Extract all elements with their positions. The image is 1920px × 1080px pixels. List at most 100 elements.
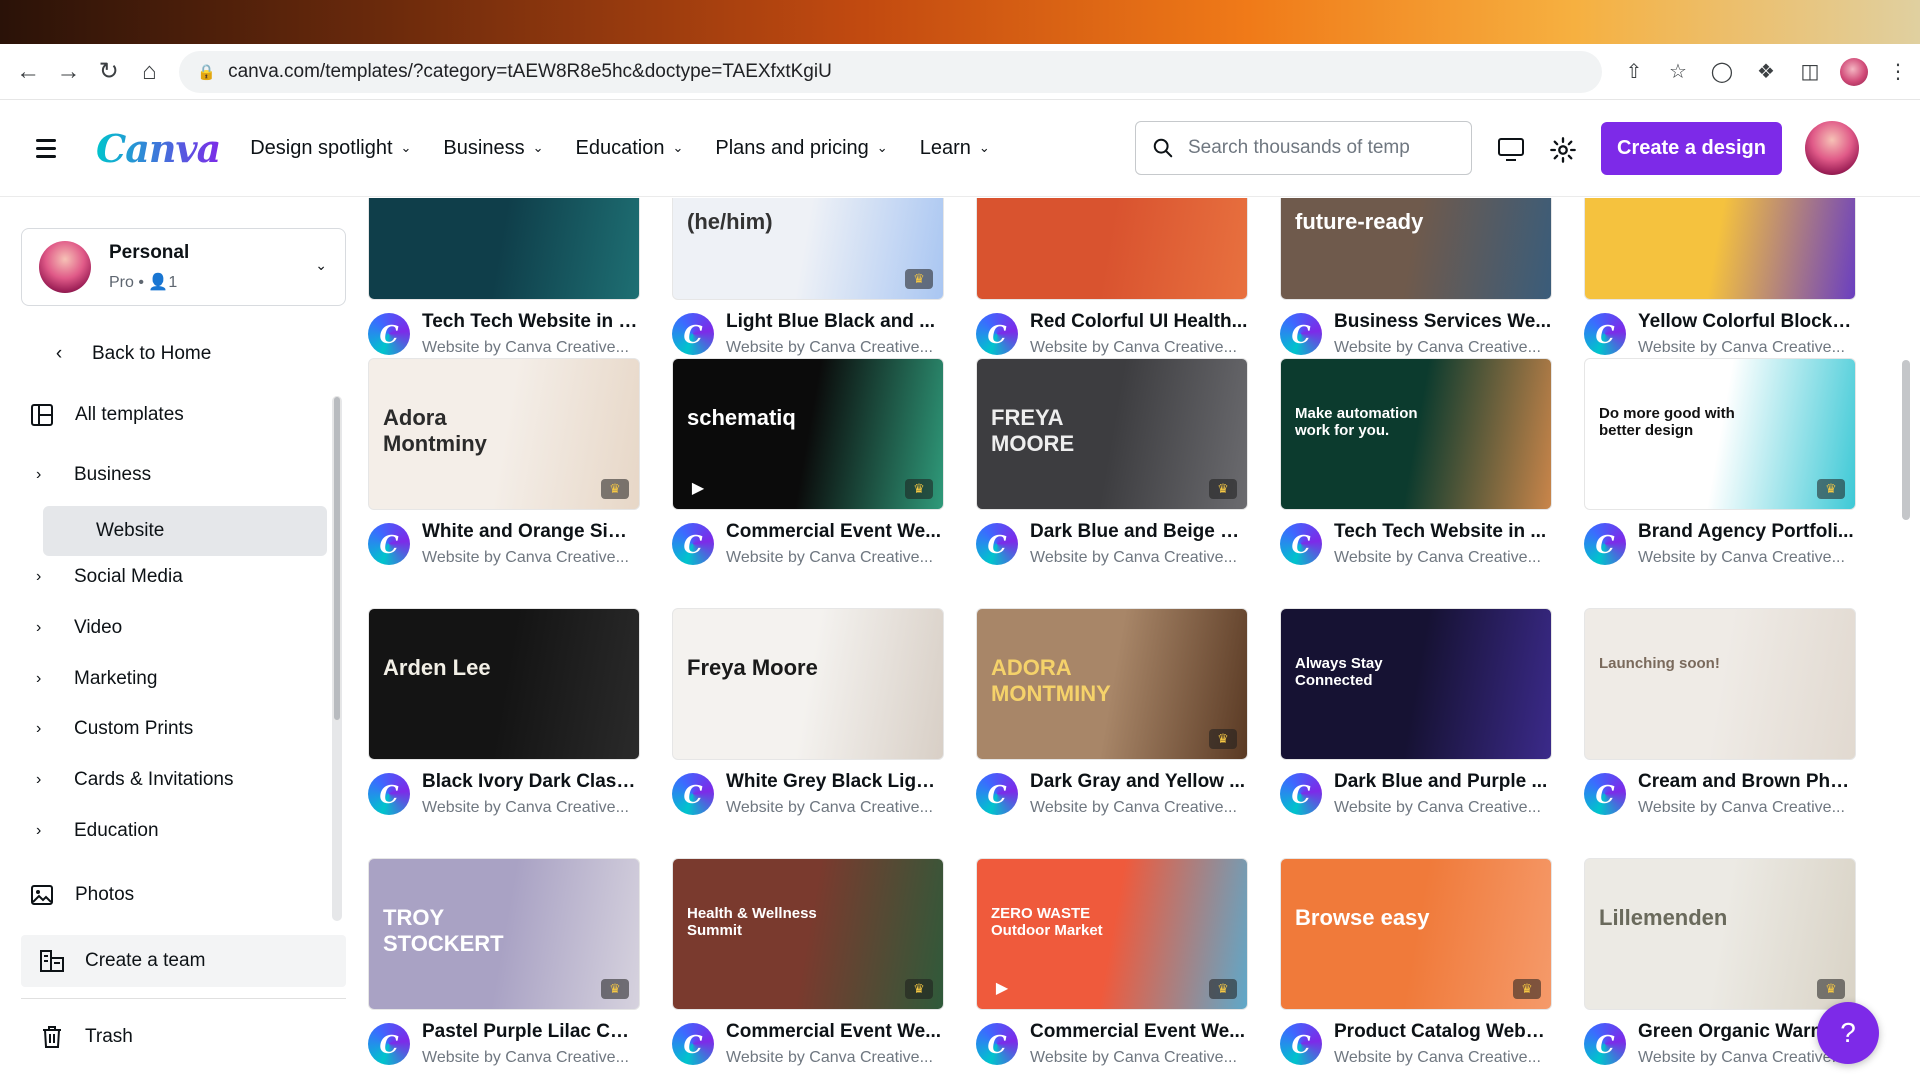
template-title[interactable]: Business Services We... bbox=[1334, 311, 1552, 333]
home-icon[interactable]: ⌂ bbox=[129, 51, 169, 93]
template-thumbnail[interactable]: Adora Montminy ♛ bbox=[368, 358, 640, 510]
browser-menu-icon[interactable]: ⋮ bbox=[1876, 51, 1920, 93]
template-title[interactable]: Yellow Colorful Blocks... bbox=[1638, 311, 1856, 333]
template-card[interactable]: Always Stay Connected C Dark Blue and Purp… bbox=[1280, 608, 1552, 858]
template-thumbnail[interactable]: Always Stay Connected bbox=[1280, 608, 1552, 760]
reload-icon[interactable]: ↻ bbox=[89, 51, 129, 93]
template-title[interactable]: Commercial Event We... bbox=[1030, 1021, 1248, 1043]
create-design-button[interactable]: Create a design bbox=[1601, 122, 1782, 175]
bookmark-star-icon[interactable]: ☆ bbox=[1656, 51, 1700, 93]
nav-learn[interactable]: Learn ⌄ bbox=[920, 137, 990, 160]
template-card[interactable]: TROY STOCKERT ♛ C Pastel Purple Lilac Col..… bbox=[368, 858, 640, 1080]
template-title[interactable]: Product Catalog Webs... bbox=[1334, 1021, 1552, 1043]
play-icon[interactable]: ▶ bbox=[987, 977, 1017, 999]
nav-design-spotlight[interactable]: Design spotlight ⌄ bbox=[250, 137, 411, 160]
nav-plans-and-pricing[interactable]: Plans and pricing ⌄ bbox=[715, 137, 887, 160]
category-social-media[interactable]: › Social Media bbox=[36, 566, 183, 588]
play-icon[interactable]: ▶ bbox=[1595, 477, 1625, 499]
template-thumbnail[interactable]: schematiq ♛ ▶ bbox=[672, 358, 944, 510]
back-to-home-link[interactable]: ‹ Back to Home bbox=[46, 341, 212, 367]
address-bar[interactable]: 🔒 canva.com/templates/?category=tAEW8R8e… bbox=[179, 50, 1602, 93]
creator-avatar[interactable]: C bbox=[672, 1023, 714, 1065]
trash-link[interactable]: Trash bbox=[39, 1024, 133, 1050]
template-thumbnail[interactable]: Freya Moore bbox=[672, 608, 944, 760]
template-title[interactable]: Red Colorful UI Health... bbox=[1030, 311, 1248, 333]
template-thumbnail[interactable]: Browse easy ♛ bbox=[1280, 858, 1552, 1010]
help-button[interactable]: ? bbox=[1817, 1002, 1879, 1064]
creator-avatar[interactable]: C bbox=[1280, 773, 1322, 815]
template-card[interactable]: FREYA MOORE ♛ C Dark Blue and Beige Si... We… bbox=[976, 358, 1248, 608]
creator-avatar[interactable]: C bbox=[1280, 523, 1322, 565]
template-title[interactable]: Commercial Event We... bbox=[726, 1021, 944, 1043]
all-templates-link[interactable]: All templates bbox=[29, 402, 184, 428]
creator-avatar[interactable]: C bbox=[976, 1023, 1018, 1065]
creator-avatar[interactable]: C bbox=[1584, 313, 1626, 355]
page-scrollbar[interactable] bbox=[1902, 360, 1910, 520]
template-thumbnail[interactable]: Launching soon! bbox=[1584, 608, 1856, 760]
creator-avatar[interactable]: C bbox=[368, 313, 410, 355]
template-thumbnail[interactable]: FREYA MOORE ♛ bbox=[976, 358, 1248, 510]
template-title[interactable]: Dark Gray and Yellow ... bbox=[1030, 771, 1248, 793]
creator-avatar[interactable]: C bbox=[1280, 1023, 1322, 1065]
creator-avatar[interactable]: C bbox=[976, 773, 1018, 815]
sidebar-scrollbar[interactable] bbox=[332, 396, 342, 921]
template-thumbnail[interactable] bbox=[1584, 198, 1856, 300]
category-business[interactable]: › Business bbox=[36, 464, 151, 486]
template-card[interactable]: Arden Lee C Black Ivory Dark Class... Websi… bbox=[368, 608, 640, 858]
creator-avatar[interactable]: C bbox=[368, 523, 410, 565]
category-video[interactable]: › Video bbox=[36, 617, 122, 639]
hamburger-menu-icon[interactable] bbox=[36, 138, 66, 158]
desktop-app-icon[interactable] bbox=[1496, 135, 1526, 165]
template-card[interactable]: Do more good with better design ♛ ▶ C Brand … bbox=[1584, 358, 1856, 608]
share-icon[interactable]: ⇧ bbox=[1612, 51, 1656, 93]
template-title[interactable]: White and Orange Sim... bbox=[422, 521, 640, 543]
creator-avatar[interactable]: C bbox=[1280, 313, 1322, 355]
creator-avatar[interactable]: C bbox=[1584, 1023, 1626, 1065]
template-thumbnail[interactable]: Make automation work for you. bbox=[1280, 358, 1552, 510]
settings-gear-icon[interactable] bbox=[1548, 135, 1578, 165]
template-thumbnail[interactable]: Health & Wellness Summit ♛ bbox=[672, 858, 944, 1010]
template-title[interactable]: Dark Blue and Purple ... bbox=[1334, 771, 1552, 793]
template-title[interactable]: White Grey Black Light... bbox=[726, 771, 944, 793]
template-title[interactable]: Tech Tech Website in T... bbox=[422, 311, 640, 333]
template-thumbnail[interactable]: ADORA MONTMINY ♛ bbox=[976, 608, 1248, 760]
template-thumbnail[interactable]: ZERO WASTE Outdoor Market ♛ ▶ bbox=[976, 858, 1248, 1010]
search-box[interactable] bbox=[1135, 121, 1472, 175]
template-title[interactable]: Dark Blue and Beige Si... bbox=[1030, 521, 1248, 543]
template-thumbnail[interactable] bbox=[368, 198, 640, 300]
category-education[interactable]: › Education bbox=[36, 820, 159, 842]
template-thumbnail[interactable] bbox=[976, 198, 1248, 300]
team-switcher[interactable]: Personal Pro • 👤1 ⌄ bbox=[21, 228, 346, 306]
template-card[interactable]: Launching soon! C Cream and Brown Pho... We… bbox=[1584, 608, 1856, 858]
sidebar-toggle-icon[interactable]: ◫ bbox=[1788, 51, 1832, 93]
browser-profile-avatar[interactable] bbox=[1839, 57, 1868, 86]
creator-avatar[interactable]: C bbox=[368, 1023, 410, 1065]
template-thumbnail[interactable]: Lillemenden ♛ bbox=[1584, 858, 1856, 1010]
template-title[interactable]: Commercial Event We... bbox=[726, 521, 944, 543]
template-card[interactable]: Adora Montminy ♛ C White and Orange Sim... W… bbox=[368, 358, 640, 608]
create-team-button[interactable]: Create a team bbox=[21, 935, 346, 987]
template-thumbnail[interactable]: Arden Lee bbox=[368, 608, 640, 760]
creator-avatar[interactable]: C bbox=[1584, 523, 1626, 565]
creator-avatar[interactable]: C bbox=[672, 313, 714, 355]
creator-avatar[interactable]: C bbox=[672, 523, 714, 565]
nav-business[interactable]: Business ⌄ bbox=[443, 137, 543, 160]
template-title[interactable]: Light Blue Black and ... bbox=[726, 311, 944, 333]
extensions-puzzle-icon[interactable]: ❖ bbox=[1744, 51, 1788, 93]
template-card[interactable]: ZERO WASTE Outdoor Market ♛ ▶ C Commercial E… bbox=[976, 858, 1248, 1080]
template-card[interactable]: Make automation work for you. C Tech Tech … bbox=[1280, 358, 1552, 608]
forward-arrow-icon[interactable]: → bbox=[48, 51, 88, 93]
template-thumbnail[interactable]: Do more good with better design ♛ ▶ bbox=[1584, 358, 1856, 510]
user-avatar[interactable] bbox=[1805, 121, 1859, 175]
template-title[interactable]: Brand Agency Portfoli... bbox=[1638, 521, 1856, 543]
template-card[interactable]: Health & Wellness Summit ♛ C Commercial Eve… bbox=[672, 858, 944, 1080]
template-title[interactable]: Cream and Brown Pho... bbox=[1638, 771, 1856, 793]
category-cards-invitations[interactable]: › Cards & Invitations bbox=[36, 769, 233, 791]
category-marketing[interactable]: › Marketing bbox=[36, 668, 157, 690]
template-card[interactable]: ADORA MONTMINY ♛ C Dark Gray and Yellow ...… bbox=[976, 608, 1248, 858]
template-thumbnail[interactable]: future-ready bbox=[1280, 198, 1552, 300]
template-card[interactable]: Browse easy ♛ C Product Catalog Webs... Webs… bbox=[1280, 858, 1552, 1080]
shield-extension-icon[interactable]: ◯ bbox=[1700, 51, 1744, 93]
creator-avatar[interactable]: C bbox=[672, 773, 714, 815]
creator-avatar[interactable]: C bbox=[1584, 773, 1626, 815]
